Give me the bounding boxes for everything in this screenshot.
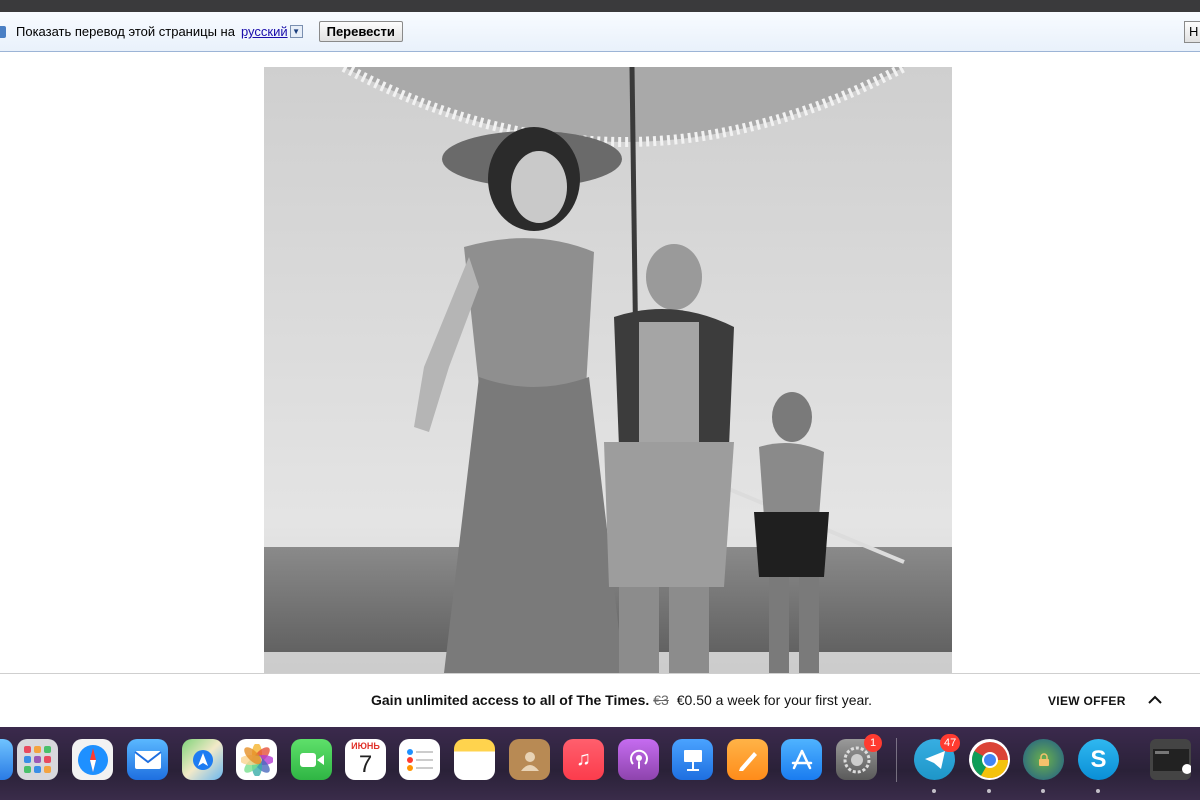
podcasts-icon[interactable] <box>618 739 659 780</box>
system-preferences-badge: 1 <box>864 734 882 752</box>
article-photo <box>264 67 952 673</box>
notes-icon[interactable] <box>454 739 495 780</box>
calendar-day: 7 <box>358 751 373 778</box>
safari-icon[interactable] <box>72 739 113 780</box>
browser-chrome-strip <box>0 0 1200 12</box>
offer-headline: Gain unlimited access to all of The Time… <box>371 692 650 708</box>
language-select-link[interactable]: русский <box>241 24 288 39</box>
subscription-offer-banner: Gain unlimited access to all of The Time… <box>0 673 1200 727</box>
offer-text: Gain unlimited access to all of The Time… <box>371 692 872 708</box>
translate-prompt: Показать перевод этой страницы на <box>16 24 235 39</box>
finder-icon[interactable]: ☺ <box>0 739 13 780</box>
beach-photo-illustration <box>264 67 952 673</box>
calendar-icon[interactable]: ИЮНЬ 7 <box>345 739 386 780</box>
music-icon[interactable]: ♫ <box>563 739 604 780</box>
mail-icon[interactable] <box>127 739 168 780</box>
translate-bar: Показать перевод этой страницы на русски… <box>0 12 1200 52</box>
pages-icon[interactable] <box>727 739 768 780</box>
vpn-icon[interactable] <box>1023 739 1064 780</box>
running-indicator <box>932 789 936 793</box>
offer-price: €0.50 a week for your first year. <box>676 692 873 708</box>
facetime-icon[interactable] <box>291 739 332 780</box>
view-offer-button[interactable]: VIEW OFFER <box>1048 694 1126 708</box>
running-indicator <box>1096 789 1100 793</box>
contacts-icon[interactable] <box>509 739 550 780</box>
dock-separator <box>896 738 897 782</box>
maps-icon[interactable] <box>182 739 223 780</box>
language-dropdown-icon[interactable]: ▼ <box>289 25 303 38</box>
app-store-icon[interactable] <box>781 739 822 780</box>
translate-info-icon <box>0 25 6 38</box>
screenshot-preview-icon[interactable] <box>1150 739 1191 780</box>
offer-old-price: €3 <box>653 692 669 708</box>
telegram-badge: 47 <box>940 734 961 752</box>
translate-options-button[interactable]: Н <box>1184 21 1200 43</box>
reminders-icon[interactable] <box>399 739 440 780</box>
chrome-icon[interactable] <box>969 739 1010 780</box>
launchpad-icon[interactable] <box>17 739 58 780</box>
skype-icon[interactable]: S <box>1078 739 1119 780</box>
chevron-up-icon[interactable] <box>1147 692 1163 708</box>
calendar-month: ИЮНЬ <box>351 741 380 751</box>
running-indicator <box>987 789 991 793</box>
translate-button[interactable]: Перевести <box>318 21 403 42</box>
running-indicator <box>1041 789 1045 793</box>
keynote-icon[interactable] <box>672 739 713 780</box>
photos-icon[interactable] <box>236 739 277 780</box>
